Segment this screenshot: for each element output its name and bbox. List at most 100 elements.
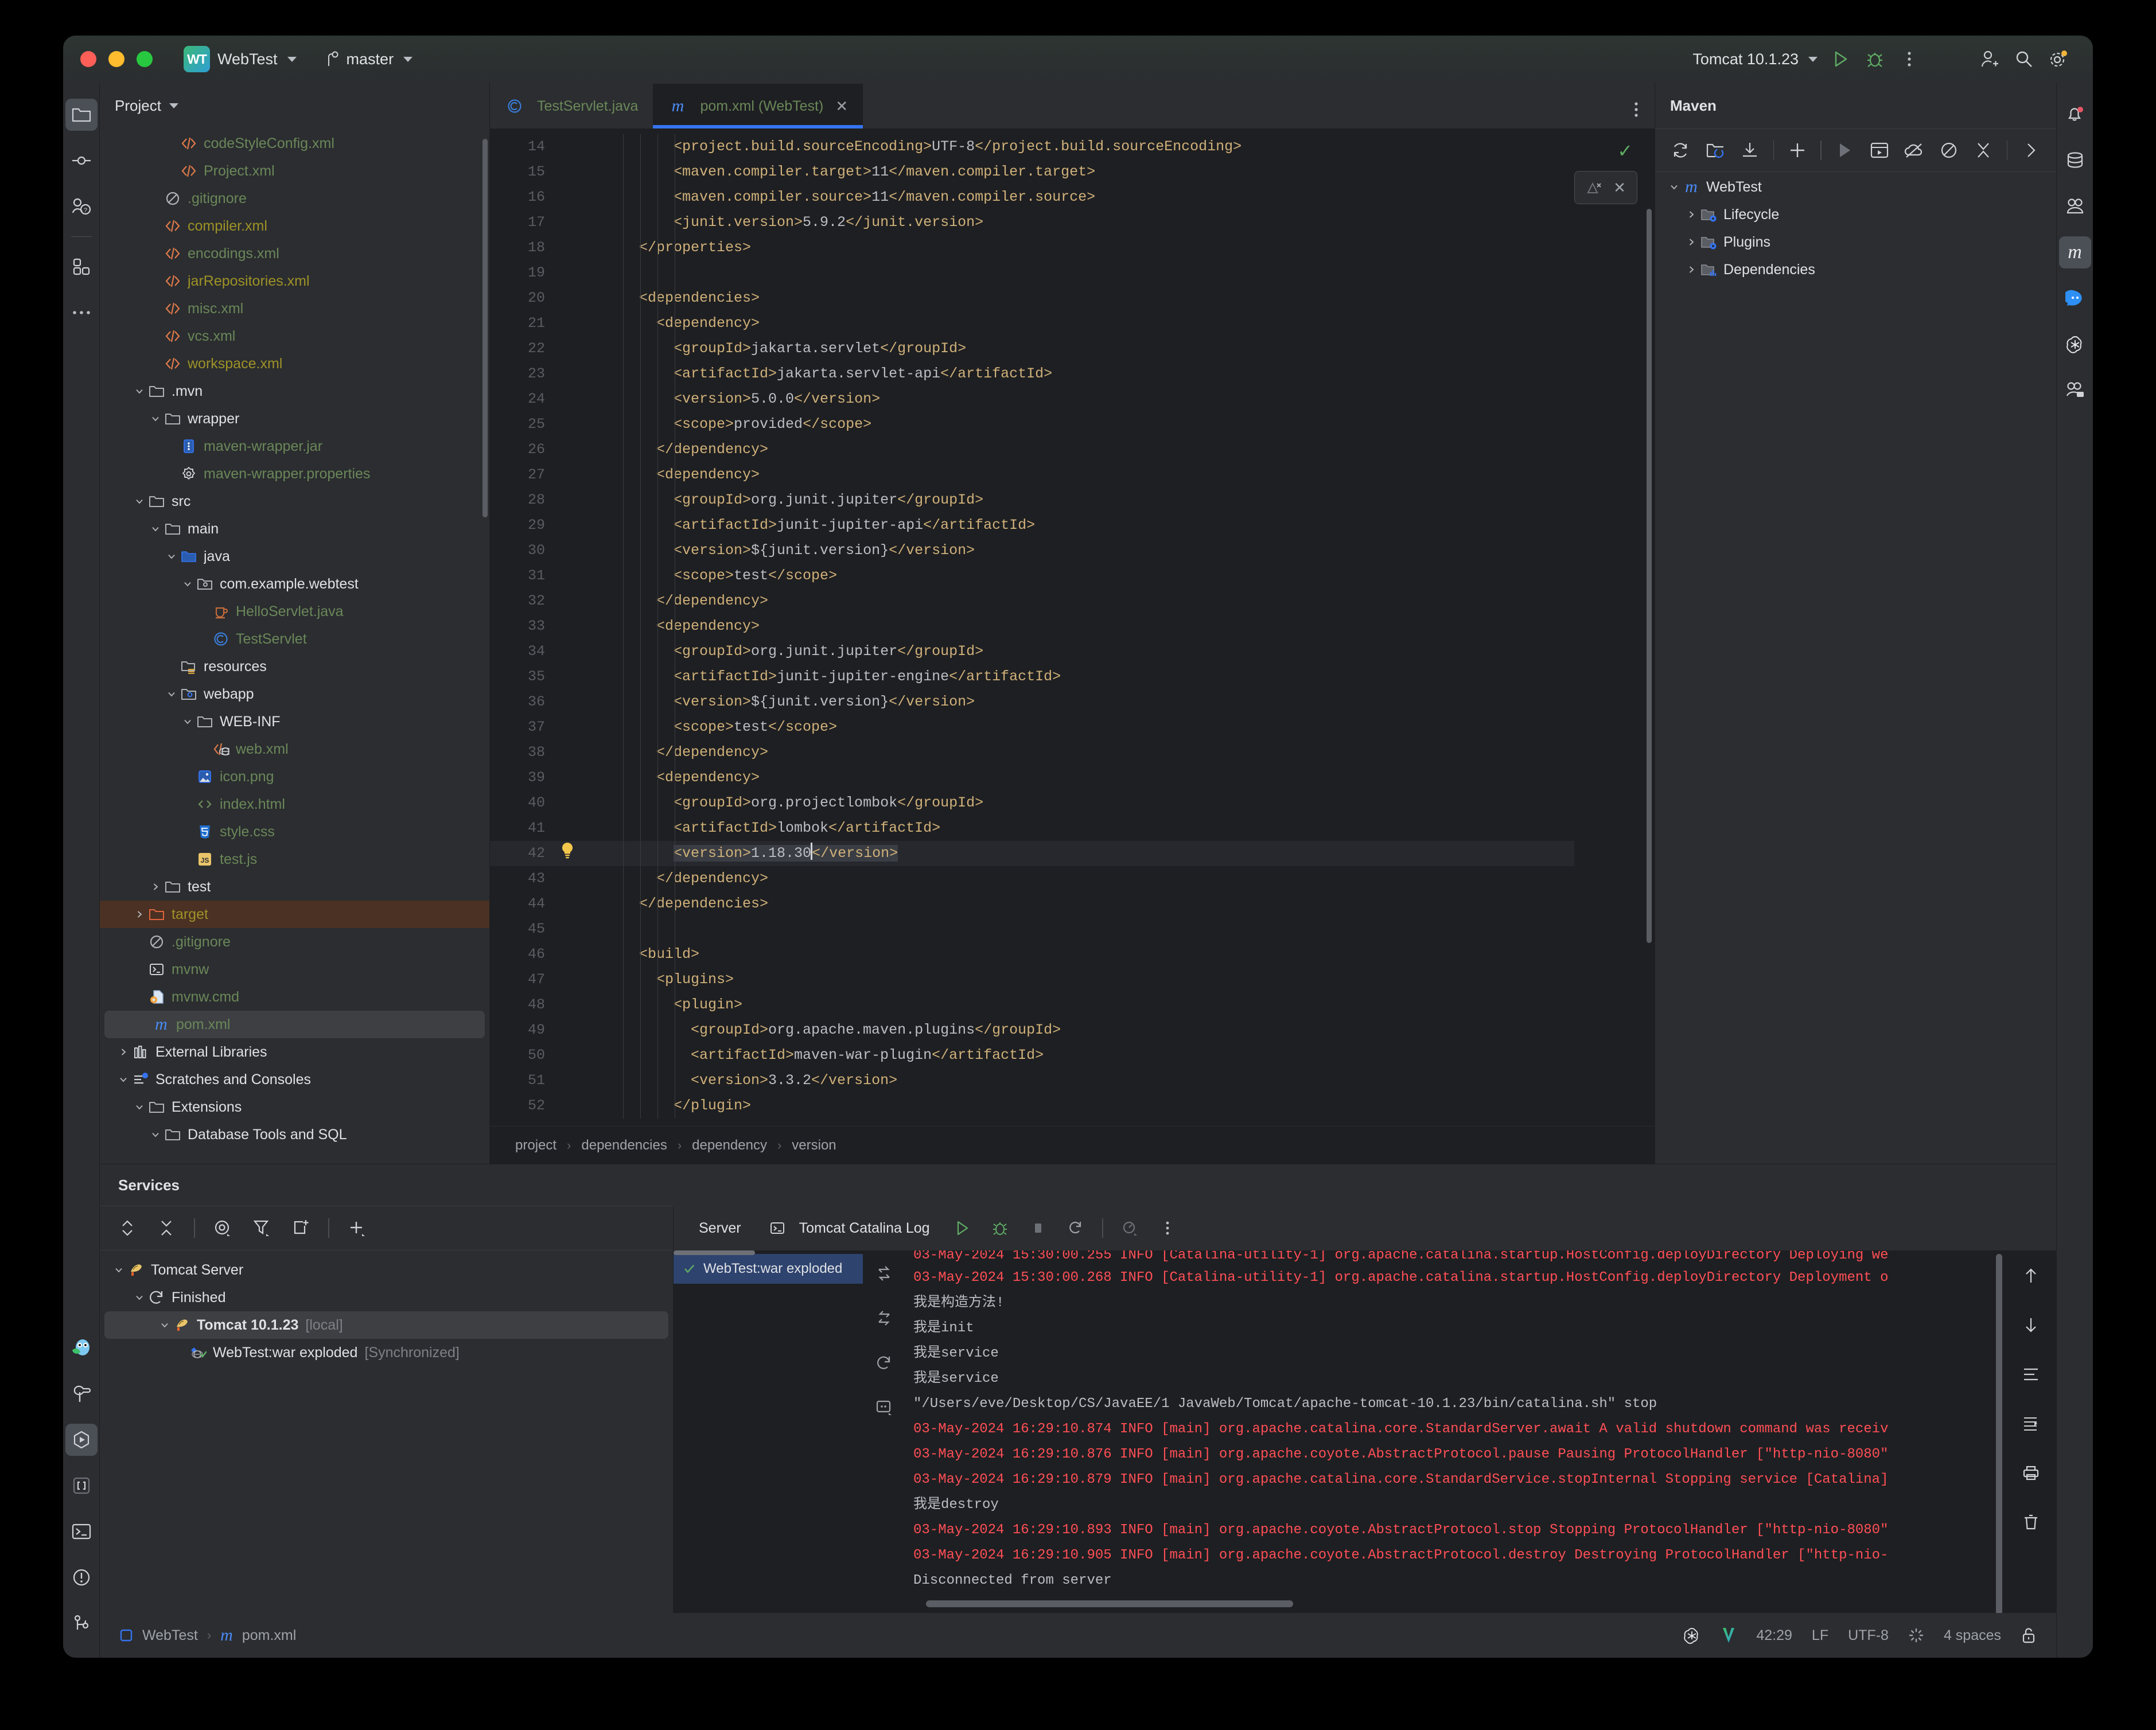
scroll-end-icon[interactable]	[2014, 1406, 2048, 1441]
maven-project-tree[interactable]: m WebTest Lifecycle Plugins Dependencies	[1655, 172, 2056, 1164]
caret-position[interactable]: 42:29	[1756, 1627, 1792, 1644]
chevron-down-icon[interactable]	[157, 1320, 172, 1330]
tree-node[interactable]: encodings.xml	[100, 240, 489, 267]
services-tree[interactable]: Tomcat Server Finished Tomcat 10.1.23 [loca…	[100, 1250, 673, 1613]
code-line[interactable]: <maven.compiler.source>11</maven.compile…	[605, 185, 1574, 210]
rerun-icon[interactable]	[867, 1346, 901, 1380]
code-line[interactable]: <scope>test</scope>	[605, 715, 1574, 740]
services-toolbar[interactable]	[100, 1206, 673, 1250]
code-line[interactable]: <version>${junit.version}</version>	[605, 689, 1574, 715]
sidebar-item-version-control[interactable]	[65, 1607, 98, 1639]
chevron-down-icon[interactable]	[132, 496, 147, 506]
settings-gear-icon[interactable]	[2041, 42, 2076, 76]
maven-tree-node[interactable]: Lifecycle	[1655, 201, 2056, 228]
run-icon[interactable]	[1828, 133, 1861, 167]
folder-refresh-icon[interactable]	[1699, 133, 1732, 167]
run-icon[interactable]	[945, 1211, 979, 1245]
tree-node[interactable]: mvnw.cmd	[100, 983, 489, 1011]
code-line[interactable]: <groupId>org.projectlombok</groupId>	[605, 790, 1574, 816]
sidebar-item-commit[interactable]	[65, 145, 98, 177]
chevron-down-icon[interactable]	[116, 1074, 131, 1085]
code-line[interactable]: <version>5.0.0</version>	[605, 387, 1574, 412]
chevron-down-icon[interactable]	[132, 386, 147, 396]
tree-node[interactable]: codeStyleConfig.xml	[100, 130, 489, 157]
maven-tree-node[interactable]: Plugins	[1655, 228, 2056, 256]
code-line[interactable]: <dependency>	[605, 614, 1574, 639]
code-line[interactable]: <artifactId>jakarta.servlet-api</artifac…	[605, 361, 1574, 387]
code-line[interactable]: </dependency>	[605, 866, 1574, 891]
target-icon[interactable]	[205, 1211, 240, 1245]
chevron-down-icon[interactable]	[180, 716, 195, 727]
tree-node[interactable]: compiler.xml	[100, 212, 489, 240]
chevron-right-icon[interactable]	[132, 909, 147, 919]
code-line[interactable]	[605, 260, 1574, 286]
openai-icon[interactable]	[1683, 1626, 1701, 1645]
arrow-up-icon[interactable]	[2014, 1258, 2048, 1293]
execute-icon[interactable]	[1863, 133, 1896, 167]
tree-node[interactable]: Scratches and Consoles	[100, 1066, 489, 1093]
console-vscrollbar[interactable]	[1996, 1254, 2002, 1613]
code-line[interactable]: <groupId>jakarta.servlet</groupId>	[605, 336, 1574, 361]
service-tree-node[interactable]: Finished	[100, 1284, 673, 1311]
chevron-down-icon[interactable]	[164, 551, 179, 562]
code-line[interactable]: <dependencies>	[605, 286, 1574, 311]
code-line[interactable]: <artifactId>junit-jupiter-api</artifactI…	[605, 513, 1574, 538]
tree-node[interactable]: Project.xml	[100, 157, 489, 185]
breadcrumb[interactable]: project › dependencies › dependency › version	[490, 1126, 1655, 1164]
sidebar-item-project[interactable]	[65, 99, 98, 131]
editor-options-icon[interactable]	[1634, 101, 1655, 128]
tree-node[interactable]: .gitignore	[100, 928, 489, 956]
code-line[interactable]: <artifactId>lombok</artifactId>	[605, 816, 1574, 841]
search-icon[interactable]	[2007, 42, 2041, 76]
tree-node[interactable]: TestServlet	[100, 625, 489, 653]
tree-node[interactable]: External Libraries	[100, 1038, 489, 1066]
tree-node[interactable]: index.html	[100, 790, 489, 818]
maven-toolbar[interactable]	[1655, 128, 2056, 172]
code-line[interactable]: <plugin>	[605, 992, 1574, 1018]
code-line[interactable]: </dependency>	[605, 437, 1574, 462]
code-line[interactable]: <groupId>org.junit.jupiter</groupId>	[605, 488, 1574, 513]
tree-node[interactable]: icon.png	[100, 763, 489, 790]
sidebar-item-build[interactable]	[65, 1378, 98, 1410]
tree-node[interactable]: main	[100, 515, 489, 543]
breadcrumb-item[interactable]: dependencies	[581, 1137, 667, 1154]
tree-node[interactable]: .mvn	[100, 377, 489, 405]
filter-icon[interactable]	[244, 1211, 279, 1245]
collapse-all-icon[interactable]	[149, 1211, 184, 1245]
plus-icon[interactable]	[1781, 133, 1813, 167]
sidebar-item-structure[interactable]	[65, 251, 98, 283]
code-line[interactable]: </dependency>	[605, 740, 1574, 765]
code-line[interactable]: <dependency>	[605, 311, 1574, 336]
minimize-window-button[interactable]	[108, 51, 124, 67]
code-line[interactable]: </dependencies>	[605, 891, 1574, 917]
code-line[interactable]: <dependency>	[605, 462, 1574, 488]
tree-node[interactable]: test	[100, 873, 489, 901]
inspection-status-icon[interactable]: ✓	[1617, 140, 1633, 162]
sidebar-item-bito[interactable]	[65, 1332, 98, 1364]
tree-node[interactable]: workspace.xml	[100, 350, 489, 377]
chevron-down-icon[interactable]	[148, 1129, 163, 1140]
tree-node[interactable]: .gitignore	[100, 185, 489, 212]
trash-icon[interactable]	[2014, 1505, 2048, 1540]
expand-collapse-icon[interactable]	[110, 1211, 145, 1245]
chevron-down-icon[interactable]	[148, 524, 163, 534]
console-tab[interactable]: Server	[687, 1220, 753, 1237]
code-line[interactable]: <groupId>org.apache.maven.plugins</group…	[605, 1018, 1574, 1043]
add-collaborator-icon[interactable]	[1972, 42, 2007, 76]
tree-node[interactable]: style.css	[100, 818, 489, 845]
tree-node[interactable]: jarRepositories.xml	[100, 267, 489, 295]
code-line[interactable]: <version>3.3.2</version>	[605, 1068, 1574, 1093]
breadcrumb-item[interactable]: version	[792, 1137, 836, 1154]
sidebar-item-services[interactable]	[65, 1424, 98, 1456]
tree-node[interactable]: webapp	[100, 680, 489, 708]
indent-setting[interactable]: 4 spaces	[1944, 1627, 2001, 1644]
console-side-rail[interactable]	[863, 1250, 905, 1613]
editor-tab[interactable]: m pom.xml (WebTest) ✕	[653, 84, 863, 128]
chevron-right-icon[interactable]	[148, 882, 163, 892]
sidebar-item-notifications[interactable]	[2059, 99, 2091, 131]
collapse-icon[interactable]	[1967, 133, 2000, 167]
service-tree-node[interactable]: Tomcat 10.1.23 [local]	[104, 1311, 668, 1339]
profile-icon[interactable]	[1112, 1211, 1147, 1245]
maximize-window-button[interactable]	[137, 51, 153, 67]
chevron-down-icon[interactable]	[132, 1292, 147, 1303]
